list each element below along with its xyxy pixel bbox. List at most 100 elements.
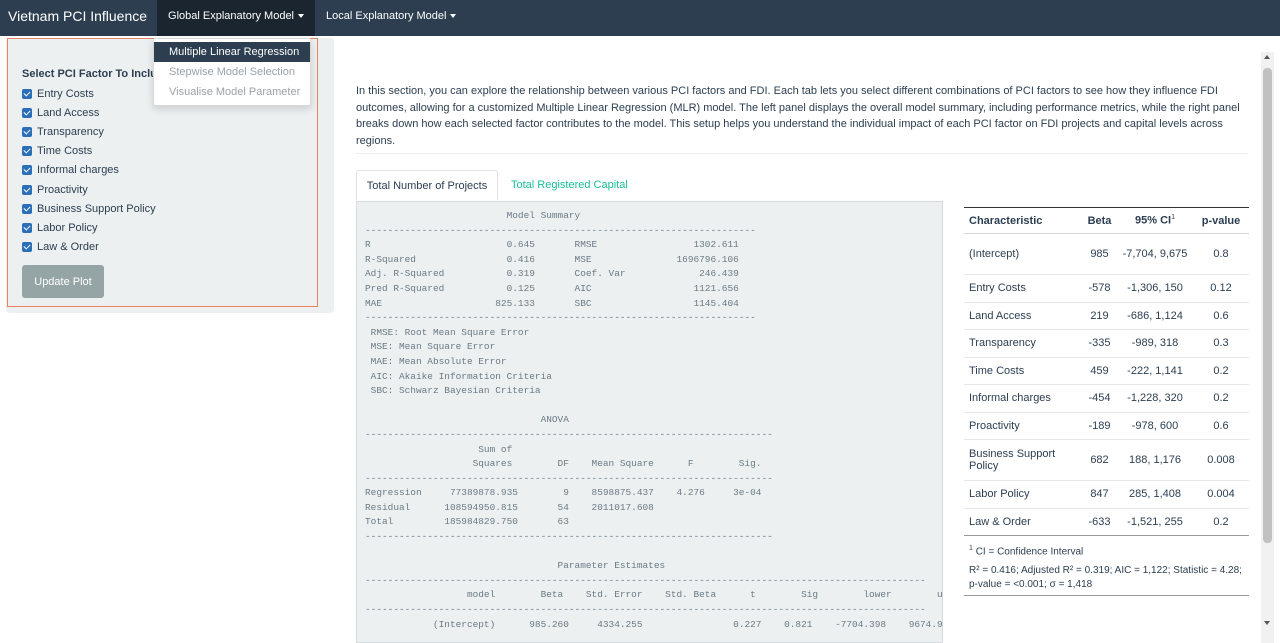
regression-coefficient-table: Characteristic Beta 95% CI1 p-value (Int… bbox=[964, 207, 1249, 597]
table-row: Business Support Policy 682 188, 1,176 0.00… bbox=[964, 439, 1249, 481]
cell-p-value: 0.12 bbox=[1193, 274, 1249, 303]
cell-characteristic: Time Costs bbox=[964, 357, 1082, 385]
cell-characteristic: Labor Policy bbox=[964, 480, 1082, 509]
menu-local-explanatory-model[interactable]: Local Explanatory Model bbox=[315, 0, 467, 36]
checkbox-label: Informal charges bbox=[37, 164, 119, 177]
scrollbar-thumb[interactable] bbox=[1263, 68, 1272, 543]
app-brand[interactable]: Vietnam PCI Influence bbox=[0, 0, 157, 36]
table-row: Informal charges -454 -1,228, 320 0.2 bbox=[964, 384, 1249, 413]
checkbox-checked-icon[interactable] bbox=[22, 203, 32, 214]
cell-p-value: 0.6 bbox=[1193, 412, 1249, 440]
tab-total-registered-capital[interactable]: Total Registered Capital bbox=[511, 170, 628, 200]
cell-characteristic: Transparency bbox=[964, 329, 1082, 358]
cell-beta: -335 bbox=[1082, 329, 1117, 358]
cell-ci: -989, 318 bbox=[1117, 329, 1193, 358]
checkbox-checked-icon[interactable] bbox=[22, 242, 32, 253]
factor-checkbox-proactivity[interactable]: Proactivity bbox=[22, 180, 156, 199]
factor-checkbox-business-support-policy[interactable]: Business Support Policy bbox=[22, 199, 156, 218]
table-row: (Intercept) 985 -7,704, 9,675 0.8 bbox=[964, 233, 1249, 275]
cell-ci: -222, 1,141 bbox=[1117, 357, 1193, 385]
checkbox-checked-icon[interactable] bbox=[22, 165, 32, 176]
ci-header-text: 95% CI bbox=[1135, 214, 1172, 227]
cell-characteristic: Law & Order bbox=[964, 508, 1082, 536]
factor-checkbox-labor-policy[interactable]: Labor Policy bbox=[22, 218, 156, 237]
model-summary-output[interactable]: Model Summary --------------------------… bbox=[356, 201, 943, 643]
cell-ci: -1,521, 255 bbox=[1117, 508, 1193, 536]
cell-beta: -578 bbox=[1082, 274, 1117, 303]
cell-ci: -1,228, 320 bbox=[1117, 384, 1193, 413]
cell-beta: 459 bbox=[1082, 357, 1117, 385]
table-row: Law & Order -633 -1,521, 255 0.2 bbox=[964, 508, 1249, 536]
cell-ci: -7,704, 9,675 bbox=[1117, 233, 1193, 275]
factor-checkbox-law-order[interactable]: Law & Order bbox=[22, 238, 156, 257]
cell-beta: 847 bbox=[1082, 480, 1117, 509]
cell-characteristic: Proactivity bbox=[964, 412, 1082, 440]
checkbox-checked-icon[interactable] bbox=[22, 126, 32, 137]
update-plot-button[interactable]: Update Plot bbox=[22, 265, 104, 298]
checkbox-checked-icon[interactable] bbox=[22, 222, 32, 233]
table-row: Proactivity -189 -978, 600 0.6 bbox=[964, 412, 1249, 440]
menu-label: Global Explanatory Model bbox=[168, 10, 295, 22]
checkbox-label: Business Support Policy bbox=[37, 202, 156, 215]
cell-ci: 285, 1,408 bbox=[1117, 480, 1193, 509]
checkbox-label: Proactivity bbox=[37, 183, 88, 196]
checkbox-label: Land Access bbox=[37, 106, 100, 119]
table-row: Labor Policy 847 285, 1,408 0.004 bbox=[964, 480, 1249, 509]
section-divider bbox=[356, 153, 1248, 154]
cell-ci: -978, 600 bbox=[1117, 412, 1193, 440]
cell-beta: -454 bbox=[1082, 384, 1117, 413]
ci-footnote-marker: 1 bbox=[1171, 214, 1175, 222]
cell-ci: -1,306, 150 bbox=[1117, 274, 1193, 303]
col-header-beta: Beta bbox=[1082, 207, 1117, 234]
checkbox-label: Transparency bbox=[37, 125, 104, 138]
scroll-up-arrow-icon[interactable] bbox=[1264, 55, 1270, 59]
cell-p-value: 0.2 bbox=[1193, 384, 1249, 413]
cell-p-value: 0.6 bbox=[1193, 302, 1249, 330]
menu-global-explanatory-model[interactable]: Global Explanatory Model bbox=[157, 0, 316, 36]
checkbox-checked-icon[interactable] bbox=[22, 107, 32, 118]
caret-down-icon bbox=[450, 14, 457, 19]
dropdown-item-visualise-model-parameter[interactable]: Visualise Model Parameter bbox=[154, 82, 310, 102]
table-row: Transparency -335 -989, 318 0.3 bbox=[964, 329, 1249, 358]
checkbox-label: Law & Order bbox=[37, 241, 99, 254]
footnote-text: CI = Confidence Interval bbox=[975, 546, 1084, 558]
cell-p-value: 0.3 bbox=[1193, 329, 1249, 358]
factor-checkbox-transparency[interactable]: Transparency bbox=[22, 122, 156, 141]
tab-total-number-of-projects[interactable]: Total Number of Projects bbox=[356, 170, 498, 200]
factor-checkbox-time-costs[interactable]: Time Costs bbox=[22, 142, 156, 161]
factor-checkbox-informal-charges[interactable]: Informal charges bbox=[22, 161, 156, 180]
table-row: Time Costs 459 -222, 1,141 0.2 bbox=[964, 357, 1249, 385]
checkbox-checked-icon[interactable] bbox=[22, 184, 32, 195]
factor-checkbox-entry-costs[interactable]: Entry Costs bbox=[22, 84, 156, 103]
checkbox-label: Labor Policy bbox=[37, 221, 98, 234]
cell-ci: 188, 1,176 bbox=[1117, 439, 1193, 481]
cell-p-value: 0.8 bbox=[1193, 233, 1249, 275]
top-navbar: Vietnam PCI Influence Global Explanatory… bbox=[0, 0, 1280, 36]
cell-beta: -189 bbox=[1082, 412, 1117, 440]
cell-characteristic: Business Support Policy bbox=[964, 439, 1082, 481]
checkbox-checked-icon[interactable] bbox=[22, 146, 32, 157]
checkbox-label: Entry Costs bbox=[37, 87, 94, 100]
dropdown-item-stepwise-model-selection[interactable]: Stepwise Model Selection bbox=[154, 62, 310, 82]
cell-p-value: 0.004 bbox=[1193, 480, 1249, 509]
cell-p-value: 0.2 bbox=[1193, 508, 1249, 536]
checkbox-checked-icon[interactable] bbox=[22, 88, 32, 99]
col-header-characteristic: Characteristic bbox=[964, 207, 1082, 234]
scroll-down-arrow-icon[interactable] bbox=[1264, 621, 1270, 625]
intro-paragraph: In this section, you can explore the rel… bbox=[356, 85, 1240, 147]
page-scrollbar[interactable] bbox=[1261, 52, 1274, 643]
global-model-dropdown-menu: Multiple Linear Regression Stepwise Mode… bbox=[153, 38, 311, 106]
cell-p-value: 0.2 bbox=[1193, 357, 1249, 385]
cell-characteristic: (Intercept) bbox=[964, 233, 1082, 275]
factor-checkbox-group: Entry Costs Land Access Transparency Tim… bbox=[22, 84, 156, 257]
col-header-p-value: p-value bbox=[1193, 207, 1249, 234]
footnote-marker: 1 bbox=[969, 545, 973, 552]
cell-ci: -686, 1,124 bbox=[1117, 302, 1193, 330]
col-header-ci: 95% CI1 bbox=[1117, 207, 1193, 234]
caret-down-icon bbox=[298, 14, 305, 19]
factor-checkbox-land-access[interactable]: Land Access bbox=[22, 103, 156, 122]
cell-characteristic: Entry Costs bbox=[964, 274, 1082, 303]
cell-beta: 985 bbox=[1082, 233, 1117, 275]
dropdown-item-multiple-linear-regression[interactable]: Multiple Linear Regression bbox=[154, 42, 310, 62]
table-footnote: 1 CI = Confidence Interval bbox=[964, 542, 1249, 559]
